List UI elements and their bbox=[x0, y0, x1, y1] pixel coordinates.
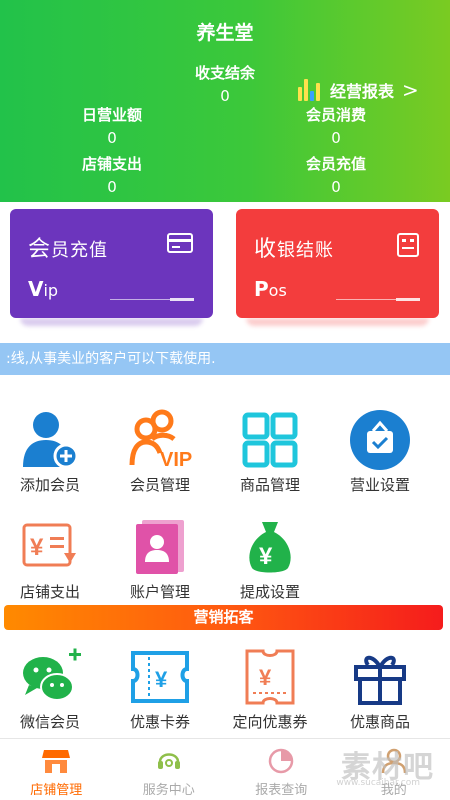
card-divider-thick bbox=[170, 298, 194, 301]
wechat-member-button[interactable]: 微信会员 bbox=[0, 645, 100, 732]
svg-text:¥: ¥ bbox=[30, 534, 44, 561]
report-chart-icon bbox=[225, 747, 338, 775]
business-settings-button[interactable]: 营业设置 bbox=[330, 408, 430, 495]
headset-icon bbox=[113, 747, 226, 775]
nav-label: 报表查询 bbox=[255, 783, 308, 798]
balance-stat: 收支结余 0 bbox=[175, 62, 275, 105]
store-expense-stat: 店铺支出 0 bbox=[62, 153, 162, 196]
nav-report-query[interactable]: 报表查询 bbox=[225, 739, 338, 800]
chevron-right-icon: > bbox=[402, 78, 419, 102]
commission-bag-icon: ¥ bbox=[238, 515, 302, 579]
commission-settings-button[interactable]: ¥ 提成设置 bbox=[220, 515, 320, 602]
member-recharge-card[interactable]: 会员充值 Vip bbox=[10, 209, 213, 318]
svg-text:¥: ¥ bbox=[259, 665, 272, 690]
account-manage-icon bbox=[128, 515, 192, 579]
store-title: 养生堂 bbox=[196, 22, 254, 44]
card-code: Vip bbox=[28, 277, 59, 301]
grid-label: 优惠卡券 bbox=[129, 713, 190, 731]
add-member-button[interactable]: 添加会员 bbox=[0, 408, 100, 495]
coupon-card-button[interactable]: ¥ 优惠卡券 bbox=[110, 645, 210, 732]
member-recharge-label: 会员充值 bbox=[305, 155, 366, 173]
grid-label: 店铺支出 bbox=[19, 583, 80, 601]
member-recharge-value: 0 bbox=[331, 178, 341, 196]
nav-label: 服务中心 bbox=[142, 783, 195, 798]
nav-label: 店铺管理 bbox=[30, 783, 83, 798]
store-expense-value: 0 bbox=[107, 178, 117, 196]
card-title: 会员充值 bbox=[28, 237, 109, 262]
account-manage-button[interactable]: 账户管理 bbox=[110, 515, 210, 602]
credit-card-icon bbox=[167, 233, 193, 257]
member-consume-label: 会员消费 bbox=[305, 106, 366, 124]
card-divider bbox=[336, 299, 396, 300]
targeted-coupon-button[interactable]: ¥ 定向优惠券 bbox=[220, 645, 320, 732]
svg-text:¥: ¥ bbox=[259, 543, 273, 570]
grid-label: 会员管理 bbox=[129, 476, 190, 494]
grid-label: 营业设置 bbox=[349, 476, 410, 494]
nav-service-center[interactable]: 服务中心 bbox=[113, 739, 226, 800]
card-divider-thick bbox=[396, 298, 420, 301]
report-label: 经营报表 bbox=[330, 82, 395, 101]
business-settings-icon bbox=[348, 408, 412, 472]
member-consume-value: 0 bbox=[331, 129, 341, 147]
wechat-icon bbox=[18, 645, 82, 709]
gift-box-icon bbox=[348, 645, 412, 709]
card-title: 收银结账 bbox=[254, 237, 335, 262]
member-consume-stat: 会员消费 0 bbox=[286, 104, 386, 147]
card-divider bbox=[110, 299, 170, 300]
pos-terminal-icon bbox=[397, 233, 419, 261]
daily-revenue-label: 日营业额 bbox=[81, 106, 142, 124]
nav-store-manage[interactable]: 店铺管理 bbox=[0, 739, 113, 800]
targeted-coupon-icon: ¥ bbox=[238, 645, 302, 709]
store-expense-button[interactable]: ¥ 店铺支出 bbox=[0, 515, 100, 602]
add-member-icon bbox=[18, 408, 82, 472]
watermark-url: www.sucaibar.com bbox=[336, 778, 420, 788]
product-grid-icon bbox=[238, 408, 302, 472]
member-manage-button[interactable]: VIP 会员管理 bbox=[110, 408, 210, 495]
store-expense-icon: ¥ bbox=[18, 515, 82, 579]
daily-revenue-stat: 日营业额 0 bbox=[62, 104, 162, 147]
report-link[interactable]: 经营报表 > bbox=[298, 78, 419, 102]
vip-member-icon: VIP bbox=[128, 408, 192, 472]
svg-text:VIP: VIP bbox=[160, 449, 192, 471]
card-shadow bbox=[20, 318, 203, 326]
grid-label: 优惠商品 bbox=[349, 713, 410, 731]
storefront-icon bbox=[0, 747, 113, 775]
coupon-ticket-icon: ¥ bbox=[128, 645, 192, 709]
grid-label: 商品管理 bbox=[239, 476, 300, 494]
grid-label: 提成设置 bbox=[239, 583, 300, 601]
balance-label: 收支结余 bbox=[194, 64, 255, 82]
grid-label: 账户管理 bbox=[129, 583, 190, 601]
card-code: Pos bbox=[254, 277, 287, 301]
product-manage-button[interactable]: 商品管理 bbox=[220, 408, 320, 495]
grid-label: 添加会员 bbox=[19, 476, 80, 494]
member-recharge-stat: 会员充值 0 bbox=[286, 153, 386, 196]
discount-product-button[interactable]: 优惠商品 bbox=[330, 645, 430, 732]
grid-label: 微信会员 bbox=[19, 713, 80, 731]
store-expense-label: 店铺支出 bbox=[81, 155, 142, 173]
card-shadow bbox=[246, 318, 429, 326]
cashier-checkout-card[interactable]: 收银结账 Pos bbox=[236, 209, 439, 318]
marquee-notice: :线,从事美业的客户可以下载使用. bbox=[0, 343, 450, 375]
svg-text:¥: ¥ bbox=[155, 667, 168, 692]
balance-value: 0 bbox=[220, 87, 230, 105]
grid-label: 定向优惠券 bbox=[232, 713, 308, 731]
bar-chart-icon bbox=[298, 79, 322, 101]
marketing-banner: 营销拓客 bbox=[4, 605, 443, 630]
daily-revenue-value: 0 bbox=[107, 129, 117, 147]
header: 养生堂 收支结余 0 经营报表 > 日营业额 0 会员消费 0 店铺支出 0 会… bbox=[0, 0, 450, 202]
